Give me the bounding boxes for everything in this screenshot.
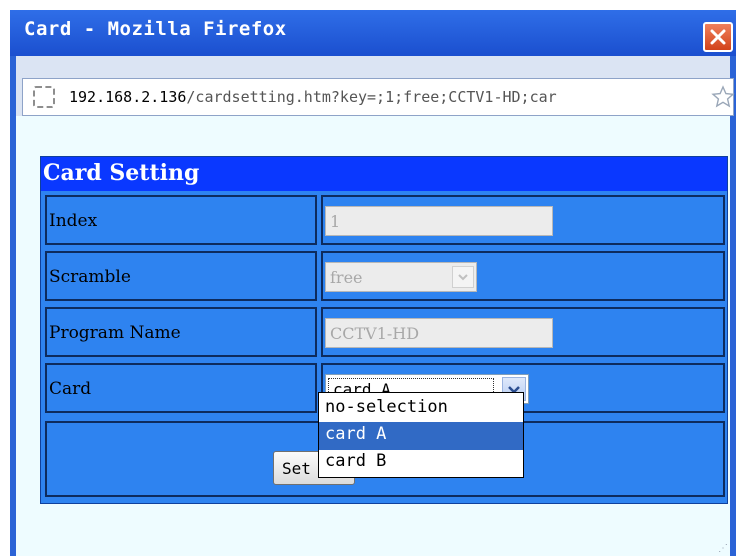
row-index: Index 1: [45, 195, 725, 245]
row-scramble: Scramble free: [45, 251, 725, 301]
url-host: 192.168.2.136: [69, 88, 187, 106]
cell-value: CCTV1-HD: [321, 307, 725, 357]
url-path: /cardsetting.htm?key=;1;free;CCTV1-HD;ca…: [186, 88, 557, 106]
scramble-label: Scramble: [49, 267, 131, 287]
card-label: Card: [49, 379, 92, 399]
cell-label: Program Name: [45, 307, 317, 357]
cell-value: free: [321, 251, 725, 301]
close-icon: [710, 29, 726, 45]
program-name-field: CCTV1-HD: [325, 318, 553, 348]
close-button[interactable]: [703, 22, 733, 52]
window-title: Card - Mozilla Firefox: [24, 18, 287, 40]
page-icon: [33, 86, 55, 108]
url-text[interactable]: 192.168.2.136/cardsetting.htm?key=;1;fre…: [69, 88, 557, 106]
cell-label: Scramble: [45, 251, 317, 301]
index-label: Index: [49, 211, 98, 231]
cell-label: Card: [45, 363, 317, 413]
cell-value: 1: [321, 195, 725, 245]
chevron-down-icon: [452, 266, 474, 288]
panel-header: Card Setting: [41, 157, 727, 191]
row-program-name: Program Name CCTV1-HD: [45, 307, 725, 357]
dropdown-option[interactable]: card B: [319, 449, 523, 477]
address-area: 192.168.2.136/cardsetting.htm?key=;1;fre…: [16, 56, 735, 116]
dropdown-option-selected[interactable]: card A: [319, 422, 523, 450]
page-content: Card Setting Index 1 Scramble free Progr…: [16, 116, 730, 556]
cell-label: Index: [45, 195, 317, 245]
index-field: 1: [325, 206, 553, 236]
program-name-label: Program Name: [49, 323, 181, 343]
address-bar[interactable]: 192.168.2.136/cardsetting.htm?key=;1;fre…: [22, 78, 735, 116]
panel-title: Card Setting: [43, 160, 200, 186]
star-icon[interactable]: [711, 85, 735, 109]
resize-grip-icon[interactable]: ⋰: [718, 543, 728, 554]
dropdown-option[interactable]: no-selection: [319, 395, 523, 423]
scramble-value: free: [330, 268, 363, 287]
title-bar[interactable]: Card - Mozilla Firefox: [10, 10, 736, 56]
scramble-select: free: [325, 262, 477, 292]
card-dropdown-list: no-selection card A card B: [318, 392, 524, 478]
